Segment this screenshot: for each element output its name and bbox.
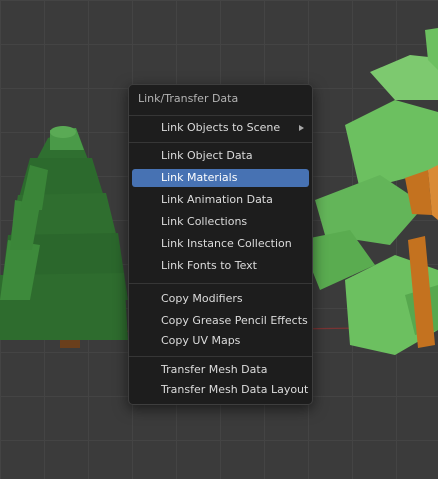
menu-item-label: Copy UV Maps (161, 334, 241, 347)
menu-item-label: Copy Modifiers (161, 292, 243, 305)
menu-item-label: Link Collections (161, 215, 248, 228)
menu-item-link-object-data[interactable]: Link Object Data (132, 147, 309, 165)
menu-item-label: Transfer Mesh Data (161, 363, 268, 376)
menu-item-label: Link Object Data (161, 149, 253, 162)
menu-separator (129, 283, 312, 284)
menu-separator (129, 142, 312, 143)
menu-item-link-animation-data[interactable]: Link Animation Data (132, 191, 309, 209)
menu-item-transfer-mesh-data[interactable]: Transfer Mesh Data (132, 361, 309, 379)
menu-item-copy-uv-maps[interactable]: Copy UV Maps (132, 332, 309, 350)
menu-separator (129, 115, 312, 116)
link-transfer-data-menu: Link/Transfer Data Link Objects to Scene… (128, 84, 313, 405)
menu-item-copy-grease-pencil-effects[interactable]: Copy Grease Pencil Effects (132, 312, 309, 330)
menu-item-label: Link Objects to Scene (161, 121, 281, 134)
menu-item-label: Link Instance Collection (161, 237, 292, 250)
menu-item-copy-modifiers[interactable]: Copy Modifiers (132, 290, 309, 308)
menu-item-label: Transfer Mesh Data Layout (161, 383, 309, 396)
menu-item-transfer-mesh-data-layout[interactable]: Transfer Mesh Data Layout (132, 381, 309, 399)
submenu-arrow-icon (299, 125, 304, 131)
menu-title: Link/Transfer Data (138, 92, 239, 105)
menu-item-link-instance-collection[interactable]: Link Instance Collection (132, 235, 309, 253)
leafy-tree[interactable] (300, 28, 438, 355)
pine-tip (50, 126, 76, 138)
menu-item-label: Link Animation Data (161, 193, 273, 206)
menu-item-link-materials[interactable]: Link Materials (132, 169, 309, 187)
leaf (370, 55, 438, 100)
menu-item-link-fonts-to-text[interactable]: Link Fonts to Text (132, 257, 309, 275)
menu-item-label: Copy Grease Pencil Effects (161, 314, 308, 327)
menu-item-label: Link Fonts to Text (161, 259, 257, 272)
menu-item-link-objects-to-scene[interactable]: Link Objects to Scene (132, 119, 309, 137)
pine-tree[interactable] (0, 126, 128, 348)
3d-viewport[interactable]: Link/Transfer Data Link Objects to Scene… (0, 0, 438, 479)
menu-item-label: Link Materials (161, 171, 238, 184)
menu-item-link-collections[interactable]: Link Collections (132, 213, 309, 231)
menu-separator (129, 356, 312, 357)
